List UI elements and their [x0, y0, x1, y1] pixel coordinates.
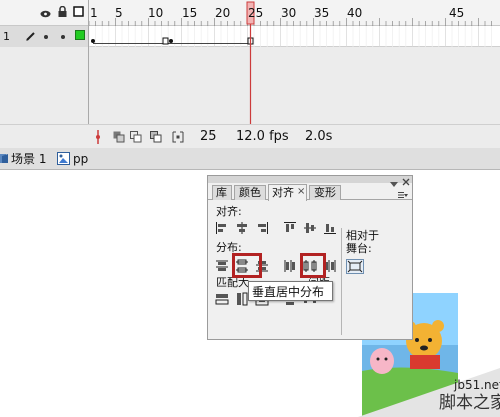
- highlight-box: [232, 253, 262, 278]
- align-right-edge-button[interactable]: [255, 221, 269, 235]
- frame-number: 25: [248, 6, 264, 20]
- timeline-panel: 1 5 10 15 20 25 30 35 40 45 1 25 12.0 fp…: [0, 0, 500, 148]
- dot-icon[interactable]: [61, 35, 65, 39]
- distribute-top-edge-button[interactable]: [215, 259, 229, 273]
- align-top-edge-button[interactable]: [283, 221, 297, 235]
- tab-label: 对齐: [272, 186, 294, 199]
- align-section-label: 对齐:: [216, 205, 242, 218]
- highlight-box: [300, 253, 326, 278]
- pencil-icon: [25, 30, 37, 42]
- match-width-button[interactable]: [215, 292, 229, 306]
- tab-library[interactable]: 库: [212, 185, 232, 200]
- onion-outline-icon[interactable]: [130, 131, 142, 143]
- align-bottom-edge-button[interactable]: [323, 221, 337, 235]
- match-size-section-label: 匹配大: [216, 276, 249, 289]
- scene-icon: [0, 152, 9, 165]
- layer-label-cell[interactable]: 1: [0, 26, 88, 47]
- relative-to-label: 相对于: [346, 229, 379, 242]
- watermark: jb51.net 脚本之家: [358, 368, 500, 417]
- panel-tab-bar: 库 颜色 对齐 × 变形: [208, 184, 412, 201]
- frame-number: 15: [182, 6, 198, 20]
- watermark-name: 脚本之家: [439, 393, 500, 413]
- keyframe-marker[interactable]: [169, 39, 173, 43]
- frame-end-marker[interactable]: [162, 37, 169, 45]
- tab-close-icon[interactable]: ×: [297, 187, 305, 197]
- relative-to-stage-toggle[interactable]: [346, 259, 364, 274]
- timeline-header: 1 5 10 15 20 25 30 35 40 45: [0, 0, 500, 26]
- edit-bar: 场景 1 pp: [0, 148, 500, 170]
- center-frame-icon[interactable]: [94, 130, 102, 144]
- relative-to-stage-label: 舞台:: [346, 242, 372, 255]
- scene-breadcrumb[interactable]: 场景 1: [11, 153, 46, 165]
- panel-titlebar[interactable]: [208, 176, 412, 183]
- dot-icon[interactable]: [44, 35, 48, 39]
- edit-multiple-frames-icon[interactable]: [150, 131, 162, 143]
- align-vertical-center-button[interactable]: [303, 221, 317, 235]
- distribute-left-edge-button[interactable]: [283, 259, 297, 273]
- tab-label: 颜色: [239, 186, 261, 199]
- tab-color[interactable]: 颜色: [234, 185, 266, 200]
- modify-markers-icon[interactable]: [172, 131, 184, 143]
- frame-rate[interactable]: 12.0 fps: [236, 130, 289, 143]
- distribute-section-label: 分布:: [216, 241, 242, 254]
- align-horizontal-center-button[interactable]: [235, 221, 249, 235]
- timeline-status-bar: 25 12.0 fps 2.0s: [0, 124, 500, 148]
- tooltip: 垂直居中分布: [248, 281, 333, 301]
- tab-label: 库: [216, 186, 227, 199]
- layer-name[interactable]: 1: [3, 31, 10, 42]
- frame-number: 5: [115, 6, 123, 20]
- panel-vertical-divider: [341, 228, 342, 335]
- panel-close-icon[interactable]: [402, 176, 410, 186]
- frame-number: 30: [281, 6, 297, 20]
- frame-end-marker[interactable]: [247, 37, 254, 45]
- panel-menu-icon[interactable]: [398, 189, 408, 198]
- frame-number: 20: [215, 6, 231, 20]
- tab-align[interactable]: 对齐 ×: [268, 184, 307, 201]
- panel-collapse-icon[interactable]: [390, 177, 398, 187]
- align-left-edge-button[interactable]: [215, 221, 229, 235]
- frame-number: 40: [347, 6, 363, 20]
- layer-row[interactable]: 1: [0, 26, 500, 47]
- align-panel: 库 颜色 对齐 × 变形 对齐: 分布: 匹配大 间距 相对于 舞台:: [207, 175, 413, 340]
- tab-label: 变形: [314, 186, 336, 199]
- elapsed-time: 2.0s: [305, 129, 333, 144]
- onion-skin-icon[interactable]: [113, 131, 125, 143]
- watermark-site: jb51.net: [454, 378, 500, 392]
- tooltip-text: 垂直居中分布: [252, 285, 325, 299]
- match-height-button[interactable]: [235, 292, 249, 306]
- frame-number: 10: [148, 6, 164, 20]
- frame-number: 45: [449, 6, 465, 20]
- frame-number: 1: [90, 6, 98, 20]
- tab-transform[interactable]: 变形: [309, 185, 341, 200]
- frame-number: 35: [314, 6, 330, 20]
- current-frame[interactable]: 25: [200, 130, 217, 143]
- symbol-icon: [57, 152, 70, 165]
- keyframe-marker[interactable]: [91, 39, 95, 43]
- layer-color-swatch[interactable]: [75, 30, 85, 40]
- symbol-breadcrumb[interactable]: pp: [73, 153, 88, 165]
